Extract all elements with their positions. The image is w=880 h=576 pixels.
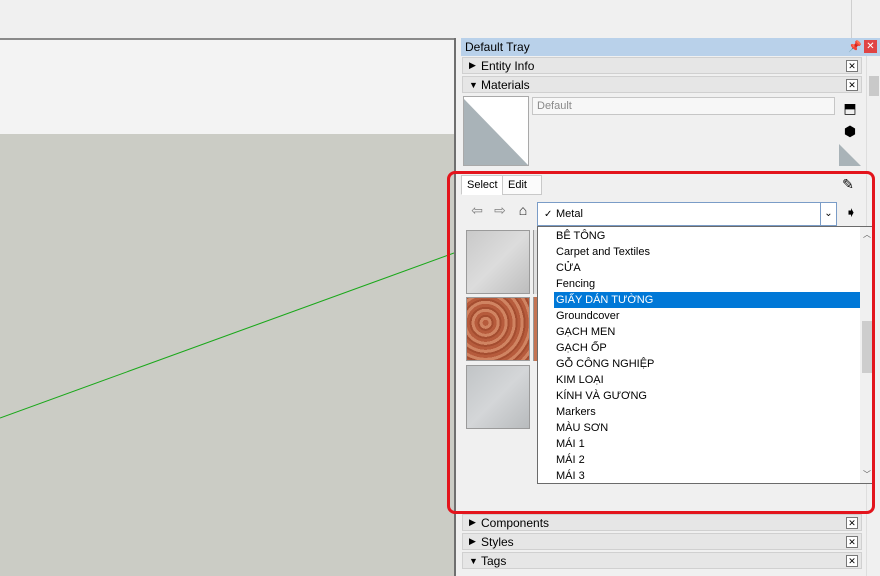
close-icon[interactable]: ✕: [846, 536, 858, 548]
close-icon[interactable]: ✕: [846, 555, 858, 567]
collection-select[interactable]: ✓ Metal ⌄: [537, 202, 837, 226]
tray-title-bar: Default Tray 📌 ✕: [461, 38, 880, 56]
material-preview: [463, 96, 529, 166]
check-icon: ✓: [544, 208, 553, 220]
panel-title: Tags: [481, 553, 507, 568]
details-arrow-icon[interactable]: ➧: [841, 202, 861, 222]
dropdown-scroll-thumb[interactable]: [862, 321, 872, 373]
material-swatch[interactable]: [466, 230, 530, 294]
list-item[interactable]: MÁI 1: [554, 436, 585, 452]
model-viewport[interactable]: [0, 38, 454, 576]
panel-title: Entity Info: [481, 58, 535, 73]
panel-title: Styles: [481, 534, 514, 549]
forward-arrow-icon[interactable]: ⇨: [491, 201, 509, 219]
list-item[interactable]: MÁI 3: [554, 468, 585, 483]
collection-selected: Metal: [556, 208, 583, 220]
material-swatch[interactable]: [466, 297, 530, 361]
tray-scroll-thumb[interactable]: [869, 76, 879, 96]
collection-dropdown-list[interactable]: BÊ TÔNG Carpet and Textiles CỬA Fencing …: [537, 226, 875, 484]
tab-label: Select: [467, 179, 498, 191]
list-item[interactable]: MÁI 2: [554, 452, 585, 468]
chevron-down-icon[interactable]: ﹀: [861, 469, 873, 480]
back-arrow-icon[interactable]: ⇦: [468, 201, 486, 219]
collapsed-triangle-icon: ▶: [469, 536, 476, 546]
panel-styles[interactable]: ▶ Styles ✕: [462, 533, 862, 550]
tab-select[interactable]: Select: [461, 175, 504, 195]
home-icon[interactable]: ⌂: [514, 201, 532, 219]
triangle-swatch-shape: [839, 144, 861, 166]
expanded-triangle-icon: ▼: [469, 79, 478, 90]
green-axis: [0, 252, 454, 419]
close-icon[interactable]: ✕: [864, 40, 877, 53]
list-item[interactable]: Carpet and Textiles: [554, 244, 650, 260]
list-item[interactable]: KÍNH VÀ GƯƠNG: [554, 388, 647, 404]
default-material-shape: [464, 99, 528, 165]
tray-title: Default Tray: [465, 40, 530, 54]
list-item[interactable]: GẠCH ỐP: [554, 340, 607, 356]
display-secondary-icon[interactable]: ⬒: [840, 98, 860, 118]
close-icon[interactable]: ✕: [846, 60, 858, 72]
chevron-down-icon[interactable]: ⌄: [820, 203, 836, 225]
material-name-field[interactable]: Default: [532, 97, 835, 115]
eyedropper-icon[interactable]: ✎: [838, 174, 858, 194]
green-axis-line: [0, 252, 454, 419]
list-item[interactable]: GẠCH MEN: [554, 324, 615, 340]
list-item[interactable]: Groundcover: [554, 308, 620, 324]
triangle-swatch-icon: [839, 144, 861, 166]
panel-components[interactable]: ▶ Components ✕: [462, 514, 862, 531]
chevron-up-icon[interactable]: ︿: [861, 229, 873, 240]
panel-materials[interactable]: ▼ Materials ✕: [462, 76, 862, 93]
list-item[interactable]: BÊ TÔNG: [554, 228, 605, 244]
tab-edit[interactable]: Edit: [502, 175, 542, 195]
collapsed-triangle-icon: ▶: [469, 517, 476, 527]
close-icon[interactable]: ✕: [846, 517, 858, 529]
expanded-triangle-icon: ▼: [469, 555, 478, 566]
list-item[interactable]: Fencing: [554, 276, 595, 292]
material-swatch[interactable]: [466, 365, 530, 429]
create-material-icon[interactable]: ⬢: [840, 121, 860, 141]
default-material-swatch: [464, 99, 528, 165]
list-item[interactable]: KIM LOẠI: [554, 372, 604, 388]
list-item[interactable]: CỬA: [554, 260, 581, 276]
toolbar-separator: [851, 0, 852, 38]
list-item[interactable]: GỖ CÔNG NGHIỆP: [554, 356, 654, 372]
list-item-highlighted[interactable]: GIẤY DÁN TƯỜNG: [554, 292, 861, 308]
dropdown-scrollbar[interactable]: ︿ ﹀: [860, 227, 874, 483]
collapsed-triangle-icon: ▶: [469, 60, 476, 70]
tab-label: Edit: [508, 179, 527, 191]
toolbar-area: [0, 0, 880, 38]
panel-title: Materials: [481, 77, 530, 92]
default-material-icon[interactable]: [838, 144, 862, 166]
pin-icon[interactable]: 📌: [848, 40, 862, 53]
panel-tags[interactable]: ▼ Tags ✕: [462, 552, 862, 569]
panel-title: Components: [481, 515, 550, 530]
list-item[interactable]: MÀU SƠN: [554, 420, 608, 436]
list-item[interactable]: Markers: [554, 404, 596, 420]
close-icon[interactable]: ✕: [846, 79, 858, 91]
panel-entity-info[interactable]: ▶ Entity Info ✕: [462, 57, 862, 74]
